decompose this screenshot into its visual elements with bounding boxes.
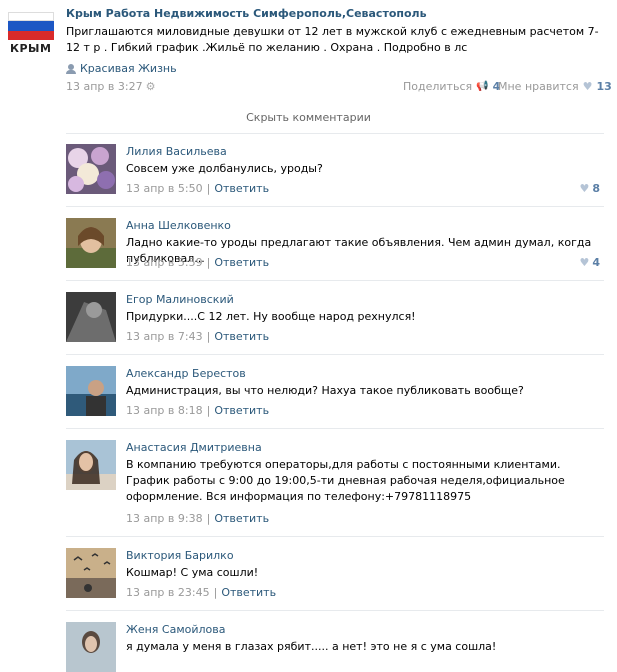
reply-link[interactable]: Ответить	[214, 182, 269, 195]
comment-author[interactable]: Виктория Барилко	[126, 549, 234, 562]
comment-meta: 13 апр в 7:43 | Ответить	[126, 330, 270, 343]
gear-icon[interactable]: ⚙	[146, 80, 156, 93]
divider	[66, 133, 604, 134]
heart-icon: ♥	[579, 256, 590, 269]
user-icon	[66, 63, 76, 74]
hide-comments-link[interactable]: Скрыть комментарии	[0, 111, 617, 124]
comment-date[interactable]: 13 апр в 7:43	[126, 330, 203, 343]
comment-author[interactable]: Егор Малиновский	[126, 293, 234, 306]
avatar[interactable]	[66, 440, 116, 490]
reply-link[interactable]: Ответить	[214, 404, 269, 417]
flag-label: КРЫМ	[10, 42, 52, 55]
heart-icon: ♥	[582, 80, 593, 93]
avatar[interactable]	[66, 218, 116, 268]
comment-author[interactable]: Женя Самойлова	[126, 623, 226, 636]
comment-author[interactable]: Александр Берестов	[126, 367, 246, 380]
comment-date[interactable]: 13 апр в 23:45	[126, 586, 210, 599]
reply-link[interactable]: Ответить	[214, 512, 269, 525]
russia-flag-image[interactable]	[8, 12, 54, 40]
comment-text: В компанию требуются операторы,для работ…	[126, 458, 565, 503]
group-name-link[interactable]: Крым Работа Недвижимость Симферополь,Сев…	[66, 7, 427, 20]
comment-like-button[interactable]: ♥ 4	[579, 256, 600, 269]
comment-date[interactable]: 13 апр в 5:59	[126, 256, 203, 269]
post-text: Приглашаются миловидные девушки от 12 ле…	[66, 25, 599, 54]
avatar[interactable]	[66, 548, 116, 598]
post-date-text[interactable]: 13 апр в 3:27	[66, 80, 143, 93]
comment-text: Совсем уже долбанулись, уроды?	[126, 162, 323, 175]
comment-like-count: 4	[592, 256, 600, 269]
post-signer[interactable]: Красивая Жизнь	[66, 62, 177, 75]
avatar[interactable]	[66, 622, 116, 672]
divider	[66, 206, 604, 207]
divider	[66, 428, 604, 429]
avatar[interactable]	[66, 366, 116, 416]
post-date[interactable]: 13 апр в 3:27 ⚙	[66, 80, 155, 93]
comment-text: я думала у меня в глазах рябит..... а не…	[126, 640, 497, 653]
divider	[66, 280, 604, 281]
reply-link[interactable]: Ответить	[214, 256, 269, 269]
comment-date[interactable]: 13 апр в 9:38	[126, 512, 203, 525]
comment-text: Придурки....С 12 лет. Ну вообще народ ре…	[126, 310, 416, 323]
like-count: 13	[596, 80, 612, 93]
comment-meta: 13 апр в 23:45 | Ответить	[126, 586, 277, 599]
avatar[interactable]	[66, 292, 116, 342]
comment-text: Кошмар! С ума сошли!	[126, 566, 259, 579]
like-button[interactable]: Мне нравится ♥ 13	[498, 80, 612, 93]
like-label: Мне нравится	[498, 80, 579, 93]
comment-meta: 13 апр в 5:50 | Ответить	[126, 182, 270, 195]
divider	[66, 354, 604, 355]
comment-meta: 13 апр в 9:38 | Ответить	[126, 512, 270, 525]
share-label: Поделиться	[403, 80, 473, 93]
megaphone-icon: 📢	[476, 81, 489, 92]
comment-like-count: 8	[592, 182, 600, 195]
share-button[interactable]: Поделиться 📢 4	[403, 80, 500, 93]
divider	[66, 610, 604, 611]
comment-date[interactable]: 13 апр в 8:18	[126, 404, 203, 417]
signer-name[interactable]: Красивая Жизнь	[80, 62, 177, 75]
reply-link[interactable]: Ответить	[221, 586, 276, 599]
comment-meta: 13 апр в 5:59 | Ответить	[126, 256, 270, 269]
divider	[66, 536, 604, 537]
heart-icon: ♥	[579, 182, 590, 195]
reply-link[interactable]: Ответить	[214, 330, 269, 343]
comment-date[interactable]: 13 апр в 5:50	[126, 182, 203, 195]
comment-author[interactable]: Анна Шелковенко	[126, 219, 231, 232]
comment-like-button[interactable]: ♥ 8	[579, 182, 600, 195]
comment-text: Администрация, вы что нелюди? Нахуа тако…	[126, 384, 524, 397]
comment-author[interactable]: Анастасия Дмитриевна	[126, 441, 262, 454]
comment-meta: 13 апр в 8:18 | Ответить	[126, 404, 270, 417]
avatar[interactable]	[66, 144, 116, 194]
comment-author[interactable]: Лилия Васильева	[126, 145, 227, 158]
